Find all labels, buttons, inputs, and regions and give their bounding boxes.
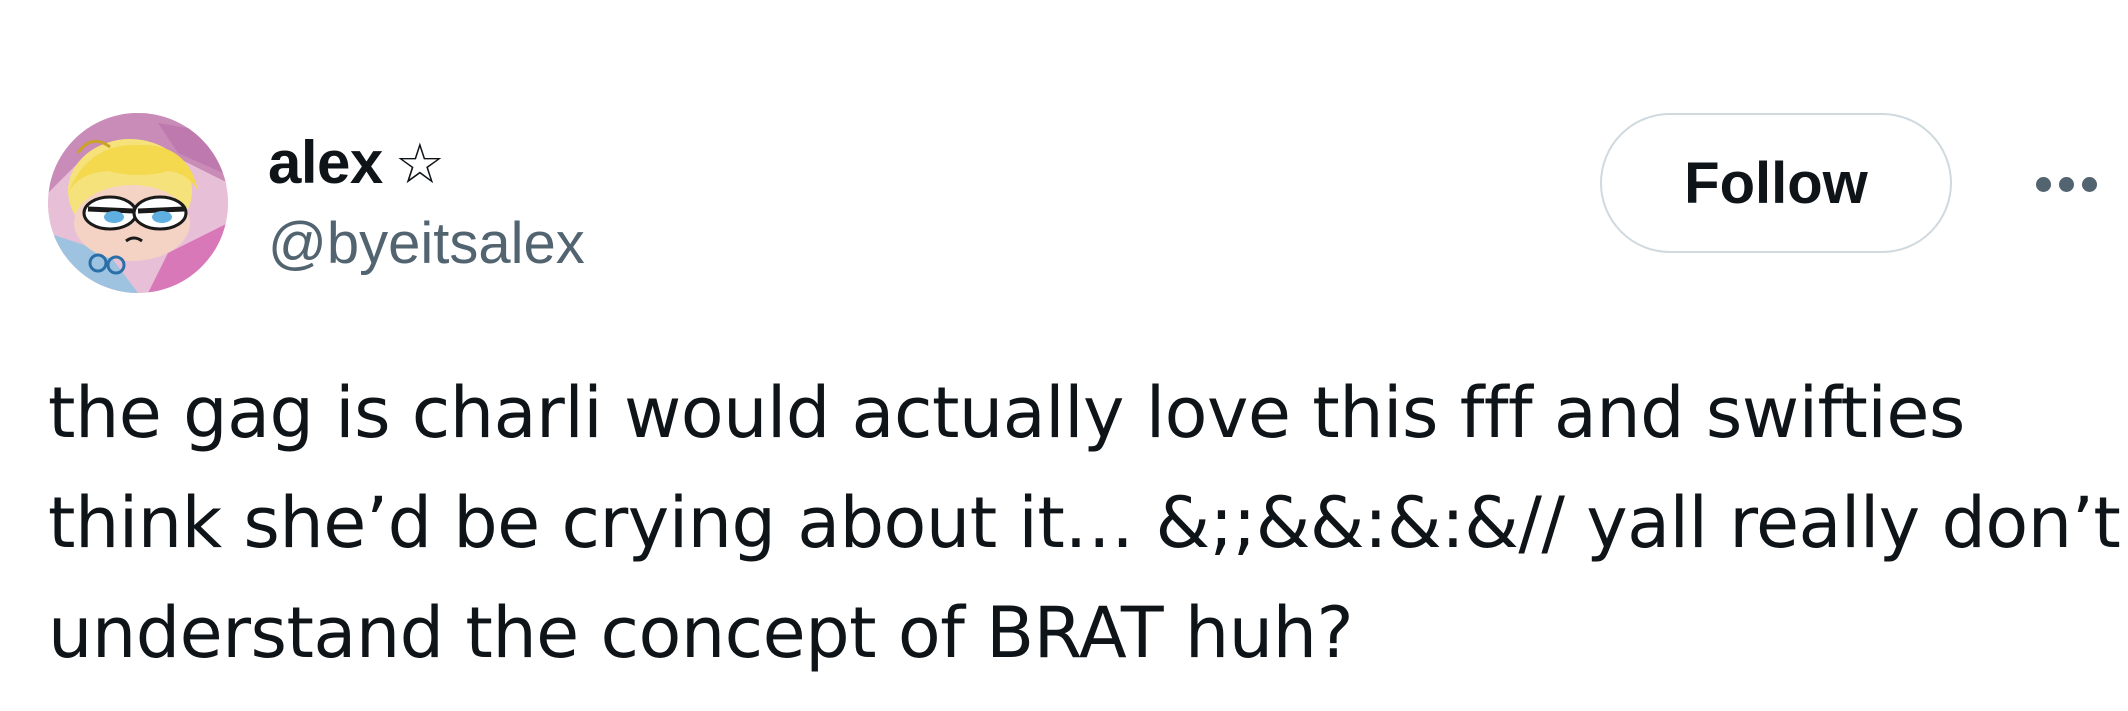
more-dot — [2058, 176, 2074, 192]
avatar[interactable] — [48, 113, 228, 293]
tweet-text-line: the gag is charli would actually love th… — [48, 372, 1965, 454]
author-display-name[interactable]: alex ☆ — [268, 122, 445, 202]
follow-button[interactable]: Follow — [1600, 113, 1952, 253]
author-handle[interactable]: @byeitsalex — [268, 210, 585, 277]
star-icon: ☆ — [394, 132, 445, 195]
tweet-card: alex ☆ @byeitsalex Follow the gag is cha… — [0, 0, 2128, 711]
tweet-text: the gag is charli would actually love th… — [48, 358, 2121, 688]
more-dot — [2035, 176, 2051, 192]
tweet-text-line: think she’d be crying about it… &;;&&:&:… — [48, 482, 2121, 564]
tweet-text-line: understand the concept of BRAT huh? — [48, 592, 1354, 674]
display-name-text[interactable]: alex — [268, 128, 383, 197]
more-dot — [2081, 176, 2097, 192]
cartoon-avatar-icon — [48, 113, 228, 293]
more-horizontal-icon[interactable] — [2026, 156, 2106, 212]
